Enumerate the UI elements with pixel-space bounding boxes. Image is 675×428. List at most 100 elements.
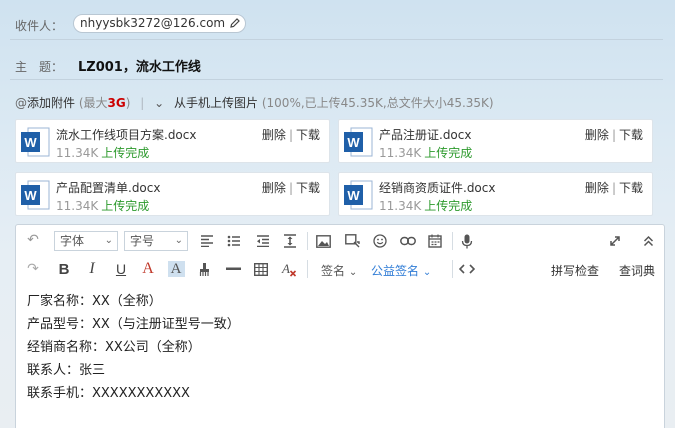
attachment-size: 11.34K xyxy=(379,146,422,160)
collapse-toolbar-icon[interactable] xyxy=(638,231,658,251)
microphone-icon[interactable] xyxy=(457,231,477,251)
italic-icon[interactable]: I xyxy=(82,259,102,279)
svg-text:W: W xyxy=(347,188,360,203)
attachment-meta: 11.34K 上传完成 xyxy=(379,144,472,161)
attachment-meta: 11.34K 上传完成 xyxy=(379,197,472,214)
upload-status: 上传完成 xyxy=(101,199,150,213)
attachment-actions: 删除 | 下载 xyxy=(584,128,643,142)
paperclip-icon: @ xyxy=(15,96,27,110)
toolbar-separator xyxy=(307,232,308,250)
calendar-icon[interactable] xyxy=(425,231,445,251)
max-size-prefix: (最大 xyxy=(78,96,108,110)
bold-icon[interactable]: B xyxy=(54,259,74,279)
align-left-icon[interactable] xyxy=(197,231,217,251)
subject-input[interactable]: LZ001，流水工作线 xyxy=(78,56,201,75)
table-icon[interactable] xyxy=(251,259,271,279)
attachment-size: 11.34K xyxy=(379,199,422,213)
svg-text:W: W xyxy=(347,135,360,150)
attachment-meta: 11.34K 上传完成 xyxy=(56,144,149,161)
body-line: 厂家名称：XX（全称） xyxy=(27,294,162,309)
pencil-icon[interactable] xyxy=(229,17,241,29)
attachment-name: 产品注册证.docx xyxy=(379,128,472,142)
font-family-select[interactable]: 字体 ⌄ xyxy=(54,231,118,251)
screenshot-icon[interactable] xyxy=(342,231,362,251)
font-family-label: 字体 xyxy=(60,234,85,248)
attachment-actions: 删除 | 下载 xyxy=(261,181,320,195)
emoji-icon[interactable] xyxy=(370,231,390,251)
separator: | xyxy=(140,96,145,110)
toolbar-separator xyxy=(452,232,453,250)
max-size-suffix: ) xyxy=(125,96,131,110)
font-size-label: 字号 xyxy=(130,234,155,248)
body-line: 产品型号：XX（与注册证型号一致） xyxy=(27,317,240,332)
image-icon[interactable] xyxy=(313,231,333,251)
chevron-down-icon[interactable]: ⌄ xyxy=(154,96,164,110)
toolbar-row-1: ↶ 字体 ⌄ 字号 ⌄ xyxy=(16,228,664,256)
attachment-size: 11.34K xyxy=(56,146,99,160)
attachment-name: 产品配置清单.docx xyxy=(56,181,161,195)
attachment-card: W 流水工作线项目方案.docx 11.34K 上传完成 删除 | 下载 xyxy=(15,119,330,163)
download-link[interactable]: 下载 xyxy=(296,128,320,142)
attachment-size: 11.34K xyxy=(56,199,99,213)
upload-status: 上传完成 xyxy=(101,146,150,160)
line-height-icon[interactable] xyxy=(280,231,300,251)
word-doc-icon: W xyxy=(344,180,373,210)
attachment-actions: 删除 | 下载 xyxy=(584,181,643,195)
recipient-chip[interactable]: nhyysbk3272@126.com xyxy=(73,14,247,33)
toolbar-separator xyxy=(452,260,453,278)
undo-icon[interactable]: ↶ xyxy=(23,230,43,250)
word-doc-icon: W xyxy=(21,180,50,210)
svg-text:W: W xyxy=(24,135,37,150)
font-size-select[interactable]: 字号 ⌄ xyxy=(124,231,188,251)
recipient-label: 收件人： xyxy=(15,19,64,33)
body-line: 联系手机：XXXXXXXXXXX xyxy=(27,386,190,401)
dictionary-button[interactable]: 查词典 xyxy=(619,262,655,279)
svg-text:W: W xyxy=(24,188,37,203)
upload-status: 上传完成 xyxy=(424,146,473,160)
attachment-name: 经销商资质证件.docx xyxy=(379,181,496,195)
attachment-card: W 经销商资质证件.docx 11.34K 上传完成 删除 | 下载 xyxy=(338,172,653,216)
download-link[interactable]: 下载 xyxy=(296,181,320,195)
download-link[interactable]: 下载 xyxy=(619,128,643,142)
signature-dropdown[interactable]: 签名 ⌄ xyxy=(321,262,357,279)
add-attachment-link[interactable]: 添加附件 xyxy=(27,96,75,110)
phone-upload-link[interactable]: 从手机上传图片 xyxy=(174,96,258,110)
delete-link[interactable]: 删除 xyxy=(262,128,286,142)
source-code-icon[interactable] xyxy=(457,259,477,279)
charity-signature-dropdown[interactable]: 公益签名 ⌄ xyxy=(371,262,431,279)
upload-summary: (100%,已上传45.35K,总文件大小45.35K) xyxy=(261,96,494,110)
editor-body[interactable]: 厂家名称：XX（全称） 产品型号：XX（与注册证型号一致） 经销商名称：XX公司… xyxy=(27,290,240,405)
body-line: 经销商名称：XX公司（全称） xyxy=(27,340,201,355)
attachment-card: W 产品注册证.docx 11.34K 上传完成 删除 | 下载 xyxy=(338,119,653,163)
expand-icon[interactable] xyxy=(605,231,625,251)
toolbar-row-2: ↷ B I U A A A 签名 ⌄ 公益签名 ⌄ 拼写检查 查词典 xyxy=(16,256,664,284)
svg-text:A: A xyxy=(281,261,290,276)
rich-text-editor: ↶ 字体 ⌄ 字号 ⌄ ↷ B I U A A A 签名 ⌄ 公益签名 ⌄ 拼写… xyxy=(15,224,665,428)
attachment-bar: @添加附件 (最大3G) | ⌄ 从手机上传图片 (100%,已上传45.35K… xyxy=(15,94,494,111)
bullet-list-icon[interactable] xyxy=(224,231,244,251)
charity-signature-label: 公益签名 xyxy=(371,264,420,278)
format-brush-icon[interactable] xyxy=(194,259,214,279)
redo-icon[interactable]: ↷ xyxy=(23,259,43,279)
recipient-email: nhyysbk3272@126.com xyxy=(80,16,226,30)
download-link[interactable]: 下载 xyxy=(619,181,643,195)
delete-link[interactable]: 删除 xyxy=(585,181,609,195)
highlight-color-icon[interactable]: A xyxy=(166,259,186,279)
attachment-name: 流水工作线项目方案.docx xyxy=(56,128,197,142)
delete-link[interactable]: 删除 xyxy=(585,128,609,142)
clear-format-icon[interactable]: A xyxy=(279,259,299,279)
word-doc-icon: W xyxy=(344,127,373,157)
link-icon[interactable] xyxy=(398,231,418,251)
underline-icon[interactable]: U xyxy=(111,259,131,279)
chevron-down-icon: ⌄ xyxy=(348,267,358,278)
attachment-card: W 产品配置清单.docx 11.34K 上传完成 删除 | 下载 xyxy=(15,172,330,216)
font-color-icon[interactable]: A xyxy=(138,259,158,279)
spell-check-button[interactable]: 拼写检查 xyxy=(551,262,599,279)
divider xyxy=(10,39,663,40)
delete-link[interactable]: 删除 xyxy=(262,181,286,195)
toolbar-separator xyxy=(307,260,308,278)
outdent-icon[interactable] xyxy=(253,231,273,251)
signature-label: 签名 xyxy=(321,264,346,278)
horizontal-rule-icon[interactable] xyxy=(223,259,243,279)
max-size-value: 3G xyxy=(107,96,126,110)
